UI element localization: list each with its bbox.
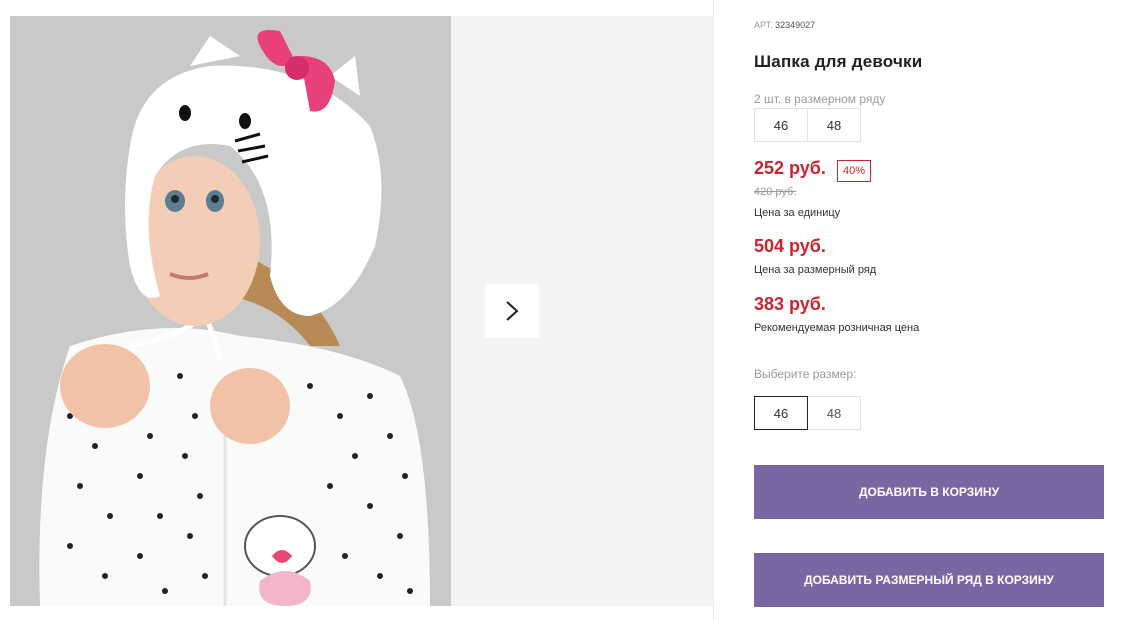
product-gallery [10, 16, 713, 606]
size-option-48[interactable]: 48 [807, 396, 861, 430]
unit-price-caption: Цена за единицу [754, 207, 841, 219]
product-title: Шапка для девочки [754, 52, 923, 71]
pack-size-46: 46 [754, 108, 808, 142]
product-photo-illustration [10, 16, 451, 606]
row-price: 504 руб. [754, 236, 826, 256]
retail-price: 383 руб. [754, 294, 826, 314]
add-size-row-to-cart-button[interactable]: ДОБАВИТЬ РАЗМЕРНЫЙ РЯД В КОРЗИНУ [754, 553, 1104, 607]
old-price: 420 руб. [754, 186, 797, 198]
product-sku: АРТ. 32349027 [754, 20, 815, 30]
product-photo[interactable] [10, 16, 451, 606]
unit-price: 252 руб. [754, 158, 826, 178]
size-select-label: Выберите размер: [754, 367, 857, 381]
add-to-cart-button[interactable]: ДОБАВИТЬ В КОРЗИНУ [754, 465, 1104, 519]
pack-size-48: 48 [807, 108, 861, 142]
gallery-next-button[interactable] [485, 284, 539, 338]
row-price-caption: Цена за размерный ряд [754, 264, 877, 276]
sku-value: 32349027 [775, 20, 816, 30]
panel-divider [713, 0, 714, 620]
size-selector: 46 48 [754, 396, 861, 430]
chevron-right-icon [506, 301, 519, 321]
pack-sizes: 46 48 [754, 108, 861, 142]
size-option-46[interactable]: 46 [754, 396, 808, 430]
pack-caption: 2 шт. в размерном ряду [754, 92, 886, 106]
sku-label: АРТ. [754, 20, 773, 30]
retail-price-caption: Рекомендуемая розничная цена [754, 322, 920, 334]
discount-badge: 40% [837, 160, 872, 182]
